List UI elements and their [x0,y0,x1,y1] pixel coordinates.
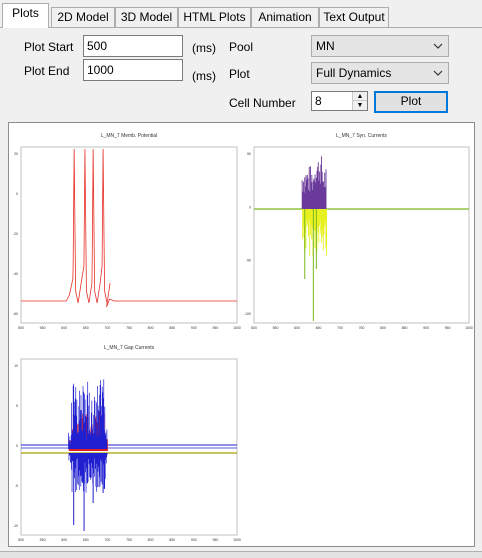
y-tick-label: 0 [16,192,18,196]
plot-end-input[interactable]: 1000 [83,59,183,81]
stepper-up-icon[interactable]: ▲ [353,92,367,101]
plot-end-unit: (ms) [192,69,216,83]
x-tick-label: 850 [169,326,175,330]
plot-end-label: Plot End [24,64,70,78]
x-tick-label: 1000 [233,326,241,330]
pool-select-value: MN [316,39,335,53]
x-tick-label: 550 [273,326,279,330]
x-tick-label: 950 [445,326,451,330]
y-tick-label: 50 [247,152,251,156]
y-tick-label: 5 [16,404,18,408]
y-tick-label: -40 [13,272,18,276]
x-tick-label: 800 [380,326,386,330]
plot-frame [20,146,238,324]
plot-frame [253,146,470,324]
synaptic-currents-plot: L_MN_7 Syn. Currents500 550 600 650 700 750 80… [244,133,473,330]
plot-type-select[interactable]: Full Dynamics [311,62,449,84]
pool-label: Pool [229,40,254,54]
cell-number-value: 8 [315,94,322,108]
x-tick-label: 900 [423,326,429,330]
cell-number-stepper[interactable]: 8 ▲ ▼ [311,91,368,111]
chevron-down-icon [433,70,443,76]
x-tick-label: 500 [251,326,257,330]
x-tick-label: 950 [212,538,218,542]
chevron-down-icon [433,43,443,49]
y-tick-label: 0 [16,444,18,448]
x-tick-label: 800 [148,326,154,330]
y-tick-label: 20 [14,152,18,156]
x-tick-label: 650 [83,326,89,330]
plot-title: L_MN_7 Gap Currents [104,345,155,351]
plot-type-label: Plot [229,67,250,81]
bottom-scrollbar [0,551,482,558]
stepper-down-icon[interactable]: ▼ [353,101,367,110]
gap-currents-plot: L_MN_7 Gap Currents 500 550 600 650 700 750 800… [13,345,241,542]
tab-plots[interactable]: Plots [2,3,49,28]
x-tick-label: 1000 [233,538,241,542]
y-tick-label: -5 [15,484,18,488]
plot-start-input[interactable]: 500 [83,35,183,57]
y-tick-label: 10 [14,364,18,368]
plot-title: L_MN_7 Memb. Potential [101,133,157,139]
y-tick-label: -100 [244,312,251,316]
x-tick-label: 600 [294,326,300,330]
tab-2d-model[interactable]: 2D Model [51,7,115,27]
x-tick-label: 600 [61,538,67,542]
x-tick-label: 700 [104,326,110,330]
y-tick-label: -10 [13,524,18,528]
x-tick-label: 950 [212,326,218,330]
x-tick-label: 550 [40,326,46,330]
x-tick-label: 500 [18,326,24,330]
tab-text-output[interactable]: Text Output [319,7,389,27]
tab-html-plots[interactable]: HTML Plots [178,7,251,27]
membrane-potential-plot: L_MN_7 Memb. Potential 500 550 600 650 700 750… [13,133,241,330]
x-tick-label: 700 [104,538,110,542]
plot-start-label: Plot Start [24,40,74,54]
tab-animation[interactable]: Animation [251,7,319,27]
stepper-buttons: ▲ ▼ [352,92,367,110]
plot-frame [20,358,238,536]
tab-3d-model[interactable]: 3D Model [115,7,178,27]
x-tick-label: 700 [337,326,343,330]
plot-button[interactable]: Plot [374,91,448,113]
x-tick-label: 650 [83,538,89,542]
plot-type-select-value: Full Dynamics [316,66,392,80]
x-tick-label: 650 [316,326,322,330]
x-tick-label: 550 [40,538,46,542]
y-tick-label: -50 [246,259,251,263]
x-tick-label: 850 [402,326,408,330]
x-tick-label: 900 [191,538,197,542]
x-tick-label: 750 [126,326,132,330]
tab-bar: Plots 2D Model 3D Model HTML Plots Anima… [0,0,482,30]
x-tick-label: 600 [61,326,67,330]
x-tick-label: 900 [191,326,197,330]
plot-start-unit: (ms) [192,41,216,55]
x-tick-label: 750 [359,326,365,330]
y-tick-label: -60 [13,312,18,316]
pool-select[interactable]: MN [311,35,449,57]
x-tick-label: 750 [126,538,132,542]
x-tick-label: 1000 [465,326,473,330]
plot-title: L_MN_7 Syn. Currents [336,133,387,139]
plot-canvas: L_MN_7 Memb. Potential 500 550 600 650 700 750… [8,122,475,547]
plot-area: L_MN_7 Memb. Potential500 550 600 650 700 750… [13,133,473,542]
x-tick-label: 500 [18,538,24,542]
cell-number-label: Cell Number [229,96,296,110]
y-tick-label: 0 [249,205,251,209]
x-tick-label: 800 [148,538,154,542]
x-tick-label: 850 [169,538,175,542]
y-tick-label: -20 [13,232,18,236]
